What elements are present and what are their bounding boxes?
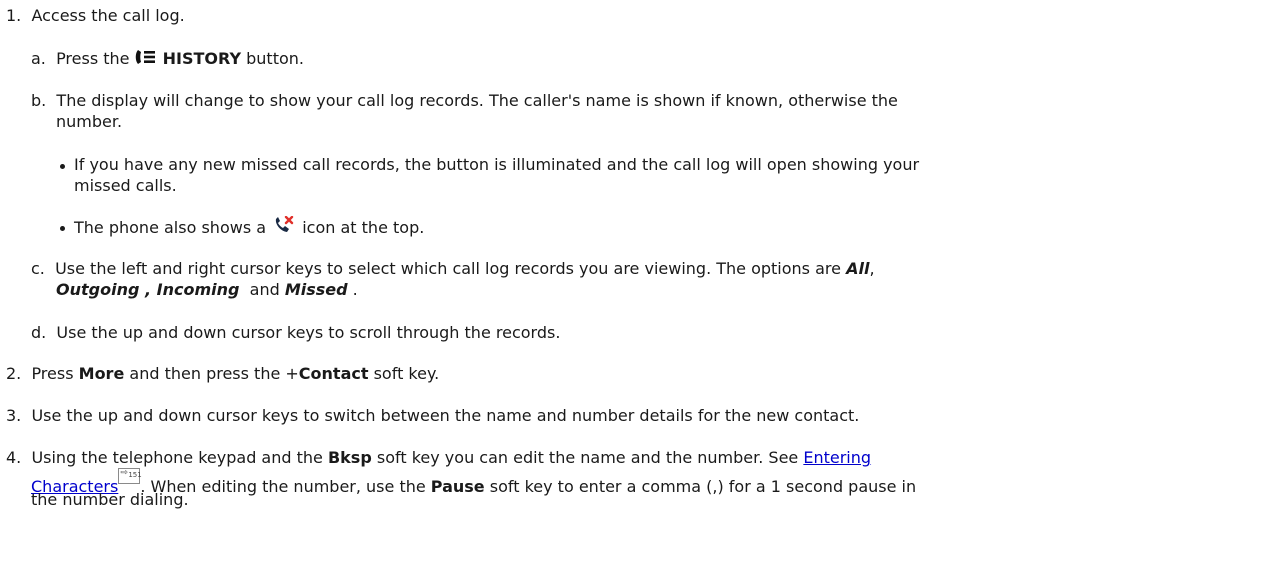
substep-d: d. Use the up and down cursor keys to sc… xyxy=(31,322,560,344)
step-4: 4. Using the telephone keypad and the Bk… xyxy=(6,447,871,469)
help-document: 1. Access the call log. a. Press the HIS… xyxy=(0,0,1282,563)
step-number: 1. xyxy=(6,6,22,25)
step-text: soft key you can edit the name and the n… xyxy=(376,448,799,467)
step-1: 1. Access the call log. xyxy=(6,5,185,27)
step-number: 2. xyxy=(6,364,22,383)
substep-c: c. Use the left and right cursor keys to… xyxy=(31,258,875,280)
page-reference-number: 151 xyxy=(128,471,142,479)
step-text: Use the up and down cursor keys to switc… xyxy=(31,406,860,425)
substep-b: b. The display will change to show your … xyxy=(31,90,898,112)
bullet-dot xyxy=(60,164,65,169)
punctuation: . xyxy=(347,280,358,299)
more-key-label: More xyxy=(78,364,125,383)
pause-key-label: Pause xyxy=(430,477,485,496)
step-3: 3. Use the up and down cursor keys to sw… xyxy=(6,405,859,427)
entering-characters-link[interactable]: Entering xyxy=(803,448,871,467)
option-outgoing: Outgoing xyxy=(56,280,140,299)
step-number: 4. xyxy=(6,448,22,467)
bksp-key-label: Bksp xyxy=(327,448,372,467)
step-text: Using the telephone keypad and the xyxy=(31,448,323,467)
step-text-continued: the number dialing. xyxy=(31,490,189,509)
punctuation: , xyxy=(139,280,157,299)
option-all: All xyxy=(846,259,870,278)
step-text: soft key to enter a comma (,) for a 1 se… xyxy=(489,477,917,496)
substep-text: Press the xyxy=(56,49,130,68)
history-label: HISTORY xyxy=(162,49,242,68)
bullet-dot xyxy=(60,226,65,231)
missed-call-icon xyxy=(274,215,294,234)
step-2: 2. Press More and then press the +Contac… xyxy=(6,363,439,385)
substep-text-continued: number. xyxy=(56,112,123,131)
punctuation: , xyxy=(869,259,875,278)
option-missed: Missed xyxy=(284,280,348,299)
bullet-text: The phone also shows a xyxy=(74,218,267,237)
step-text: and then press the + xyxy=(129,364,299,383)
call-history-icon xyxy=(135,49,157,65)
step-text: soft key. xyxy=(373,364,440,383)
step-text: Press xyxy=(31,364,74,383)
contact-key-label: Contact xyxy=(298,364,369,383)
page-reference-icon[interactable]: ⇨ 151 xyxy=(118,468,142,484)
substep-text: button. xyxy=(246,49,304,68)
substep-letter: c. xyxy=(31,259,45,278)
substep-a: a. Press the HISTORY button. xyxy=(31,48,304,70)
substep-text: The display will change to show your cal… xyxy=(56,91,898,110)
option-incoming: Incoming xyxy=(156,280,240,299)
step-number: 3. xyxy=(6,406,22,425)
step-text: Access the call log. xyxy=(31,6,185,25)
substep-c-options: Outgoing , Incoming and Missed . xyxy=(56,279,358,301)
substep-text: Use the up and down cursor keys to scrol… xyxy=(56,323,561,342)
bullet-2: The phone also shows a icon at the top. xyxy=(74,215,425,239)
bullet-text-continued: missed calls. xyxy=(74,176,177,195)
substep-text: and xyxy=(239,280,285,299)
bullet-text: If you have any new missed call records,… xyxy=(74,155,920,174)
substep-text: Use the left and right cursor keys to se… xyxy=(55,259,841,278)
substep-letter: b. xyxy=(31,91,47,110)
substep-letter: a. xyxy=(31,49,46,68)
bullet-text: icon at the top. xyxy=(302,218,425,237)
substep-letter: d. xyxy=(31,323,47,342)
